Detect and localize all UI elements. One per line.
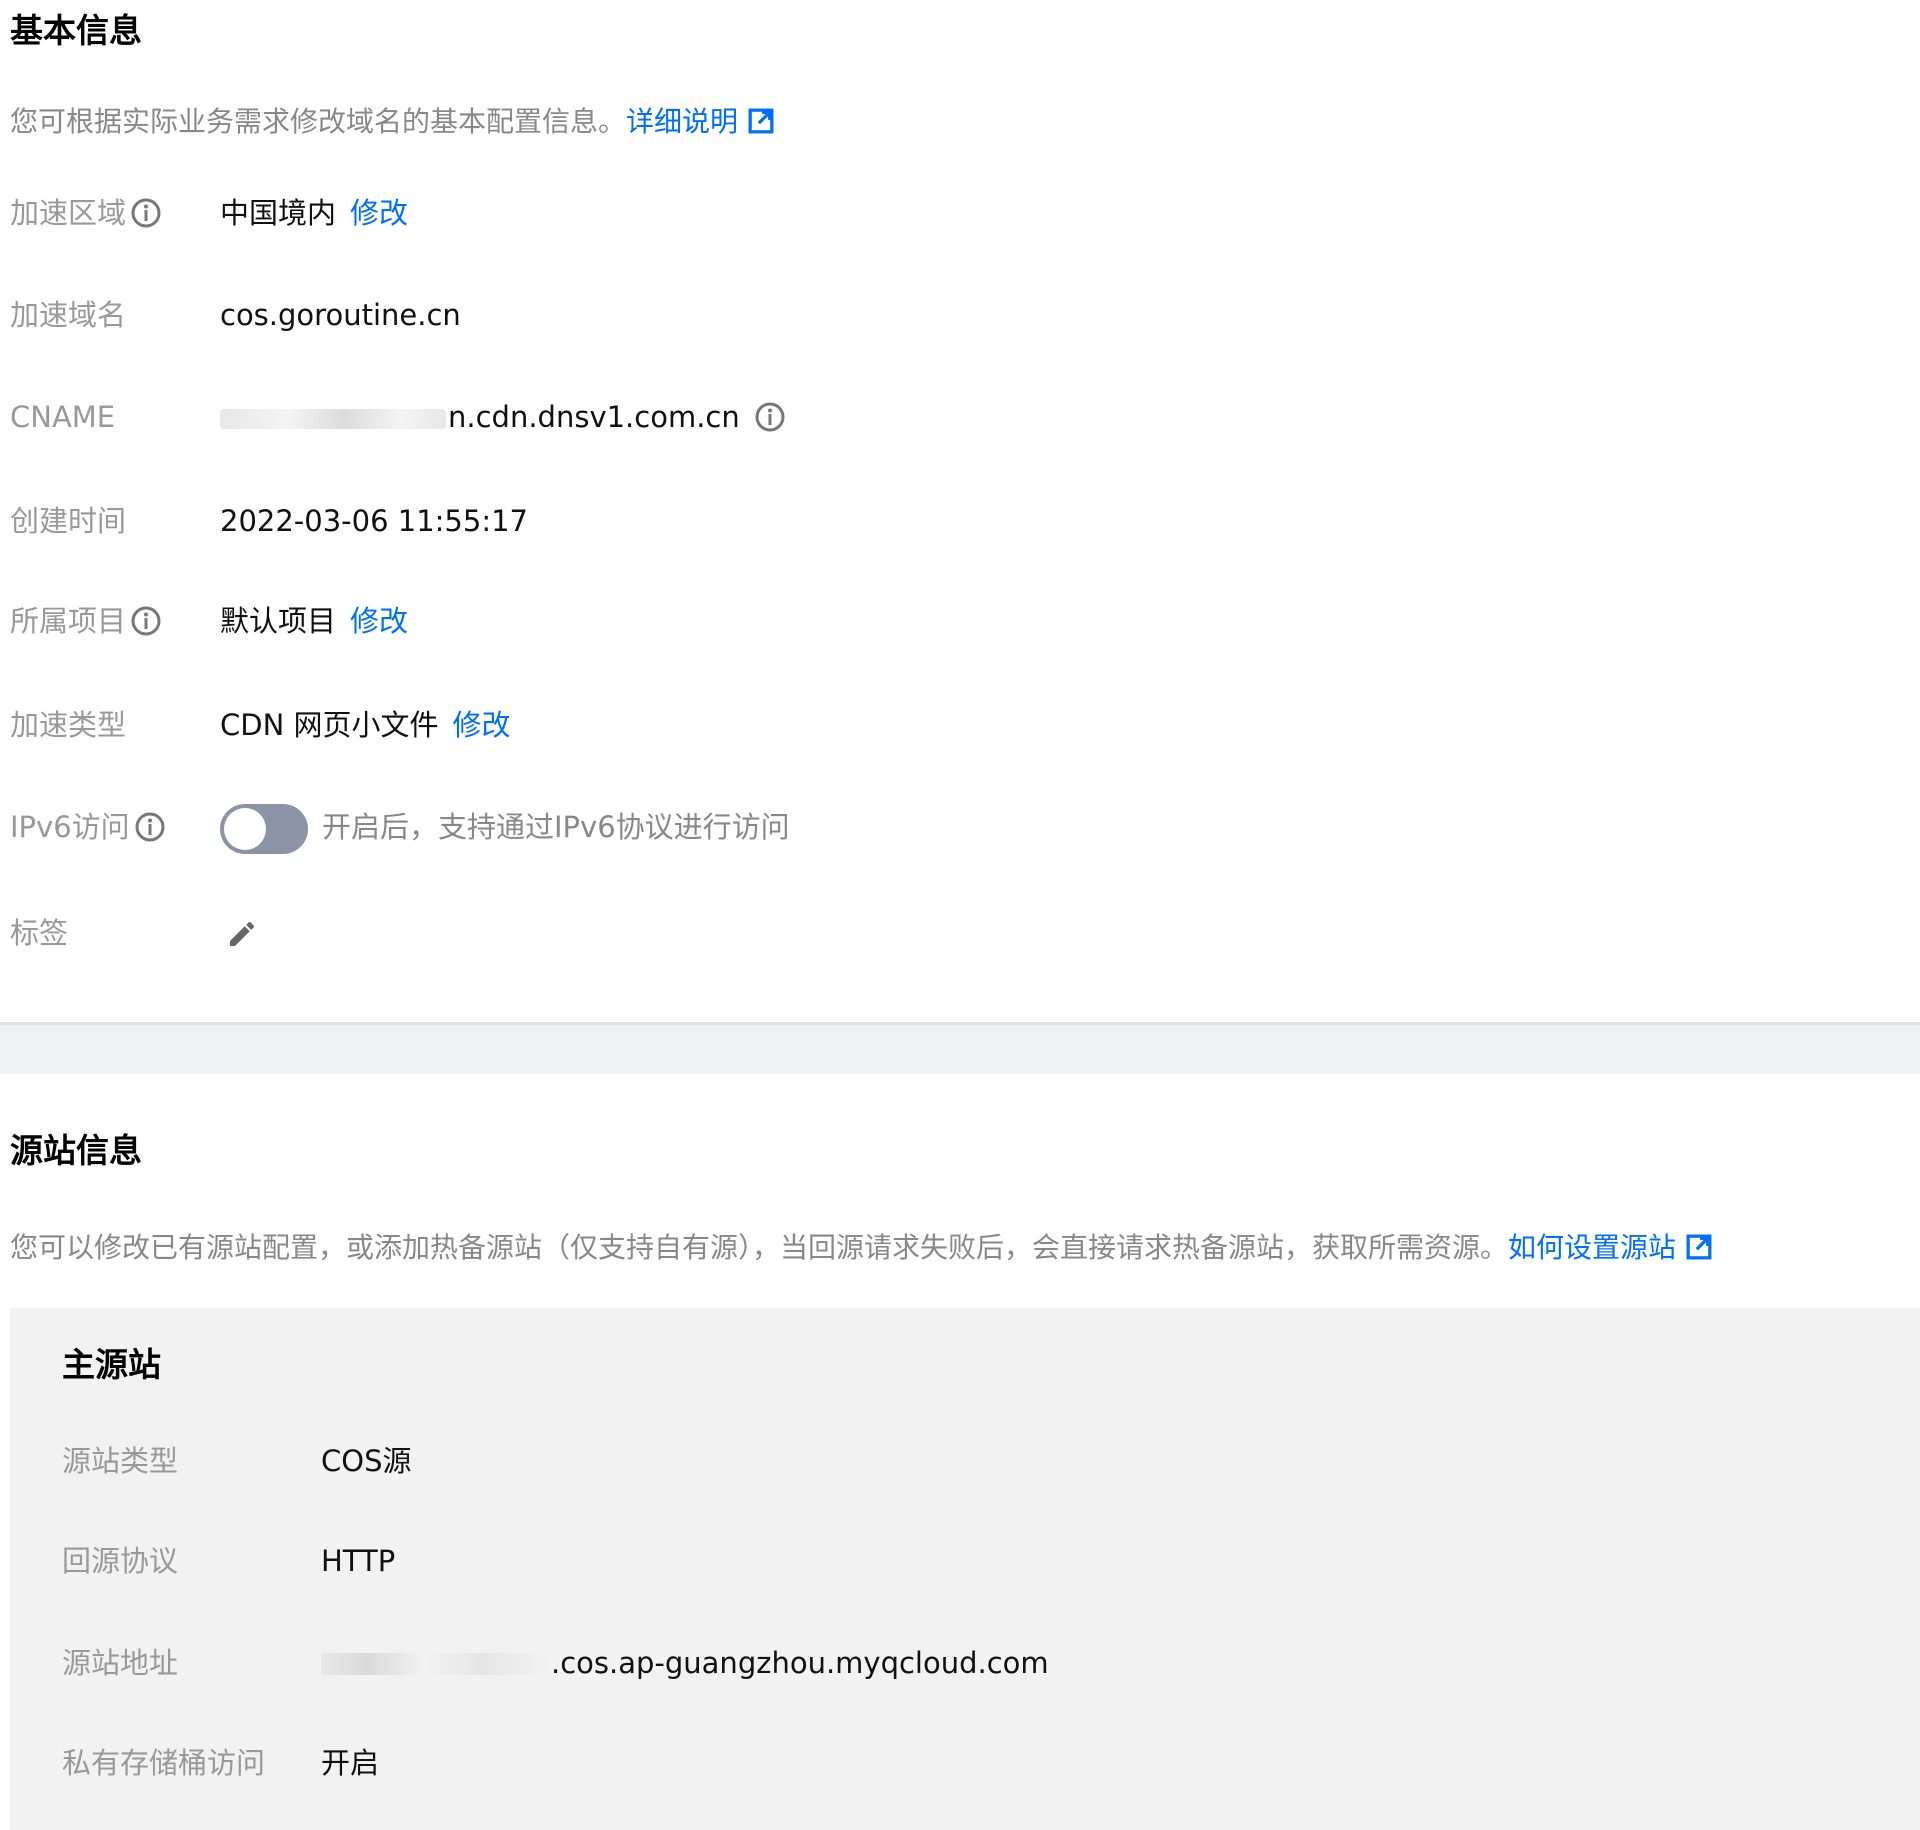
cname-redacted (220, 409, 446, 429)
origin-description-text: 您可以修改已有源站配置，或添加热备源站（仅支持自有源），当回源请求失败后，会直接… (10, 1231, 1509, 1264)
ipv6-label: IPv6访问 (10, 810, 130, 844)
origin-info-section: 源站信息 您可以修改已有源站配置，或添加热备源站（仅支持自有源），当回源请求失败… (0, 1074, 1920, 1830)
origin-address-label: 源站地址 (62, 1646, 179, 1680)
row-origin-address: 源站地址 .cos.ap-guangzhou.myqcloud.com (10, 1638, 1890, 1688)
basic-doc-link[interactable]: 详细说明 (626, 105, 738, 138)
private-bucket-value: 开启 (321, 1746, 380, 1780)
row-cname: CNAME n.cdn.dnsv1.com.cn (0, 392, 1900, 442)
type-value: CDN 网页小文件 (220, 708, 439, 742)
pencil-icon[interactable] (226, 918, 258, 950)
primary-origin-title: 主源站 (62, 1345, 161, 1384)
created-label: 创建时间 (10, 504, 127, 538)
basic-description-text: 您可根据实际业务需求修改域名的基本配置信息。 (10, 105, 627, 138)
row-acceleration-domain: 加速域名 cos.goroutine.cn (0, 290, 1900, 340)
origin-protocol-label: 回源协议 (62, 1544, 179, 1578)
row-origin-protocol: 回源协议 HTTP (10, 1536, 1890, 1586)
area-modify-link[interactable]: 修改 (350, 196, 408, 230)
external-link-icon[interactable] (748, 108, 774, 134)
project-modify-link[interactable]: 修改 (350, 604, 408, 638)
basic-info-title: 基本信息 (10, 11, 142, 50)
created-value: 2022-03-06 11:55:17 (220, 504, 528, 538)
origin-address-redacted (321, 1653, 549, 1675)
area-value-wrap: 中国境内 修改 (220, 188, 408, 238)
ipv6-hint: 开启后，支持通过IPv6协议进行访问 (322, 810, 790, 844)
area-label: 加速区域 (10, 196, 127, 230)
ipv6-label-wrap: IPv6访问 (10, 802, 166, 852)
project-value-wrap: 默认项目 修改 (220, 596, 408, 646)
origin-info-title: 源站信息 (10, 1131, 142, 1170)
origin-address-value-wrap: .cos.ap-guangzhou.myqcloud.com (321, 1638, 1049, 1688)
area-label-wrap: 加速区域 (10, 188, 162, 238)
basic-info-description: 您可根据实际业务需求修改域名的基本配置信息。详细说明 (10, 100, 774, 140)
row-created-time: 创建时间 2022-03-06 11:55:17 (0, 496, 1900, 546)
cname-label: CNAME (10, 400, 116, 434)
type-value-wrap: CDN 网页小文件 修改 (220, 700, 511, 750)
primary-origin-panel: 主源站 源站类型 COS源 回源协议 HTTP 源站地址 .cos.ap-gua… (10, 1308, 1920, 1830)
origin-doc-link[interactable]: 如何设置源站 (1508, 1231, 1676, 1264)
cname-value: n.cdn.dnsv1.com.cn (448, 400, 740, 434)
cname-value-wrap: n.cdn.dnsv1.com.cn (220, 392, 786, 442)
row-project: 所属项目 默认项目 修改 (0, 596, 1900, 646)
info-icon[interactable] (130, 605, 162, 637)
row-private-bucket: 私有存储桶访问 开启 (10, 1738, 1890, 1788)
origin-info-description: 您可以修改已有源站配置，或添加热备源站（仅支持自有源），当回源请求失败后，会直接… (10, 1226, 1712, 1266)
info-icon[interactable] (134, 811, 166, 843)
external-link-icon[interactable] (1686, 1234, 1712, 1260)
row-tags: 标签 (0, 908, 1900, 958)
project-label-wrap: 所属项目 (10, 596, 162, 646)
domain-value: cos.goroutine.cn (220, 298, 461, 332)
private-bucket-label: 私有存储桶访问 (62, 1746, 266, 1780)
basic-info-section: 基本信息 您可根据实际业务需求修改域名的基本配置信息。详细说明 加速区域 中国境… (0, 0, 1920, 1022)
project-value: 默认项目 (220, 604, 337, 638)
area-value: 中国境内 (220, 196, 337, 230)
row-acceleration-type: 加速类型 CDN 网页小文件 修改 (0, 700, 1900, 750)
row-origin-type: 源站类型 COS源 (10, 1436, 1890, 1486)
origin-address-value: .cos.ap-guangzhou.myqcloud.com (551, 1646, 1049, 1680)
ipv6-toggle-knob (224, 808, 266, 850)
origin-type-label: 源站类型 (62, 1444, 179, 1478)
info-icon[interactable] (130, 197, 162, 229)
row-ipv6: IPv6访问 开启后，支持通过IPv6协议进行访问 (0, 802, 1900, 854)
project-label: 所属项目 (10, 604, 127, 638)
section-divider (0, 1022, 1920, 1074)
row-acceleration-area: 加速区域 中国境内 修改 (0, 188, 1900, 238)
origin-protocol-value: HTTP (321, 1544, 396, 1578)
ipv6-toggle[interactable] (220, 804, 308, 854)
type-label: 加速类型 (10, 708, 127, 742)
origin-type-value: COS源 (321, 1444, 412, 1478)
domain-label: 加速域名 (10, 298, 127, 332)
tags-label: 标签 (10, 916, 69, 950)
info-icon[interactable] (754, 401, 786, 433)
type-modify-link[interactable]: 修改 (453, 708, 511, 742)
